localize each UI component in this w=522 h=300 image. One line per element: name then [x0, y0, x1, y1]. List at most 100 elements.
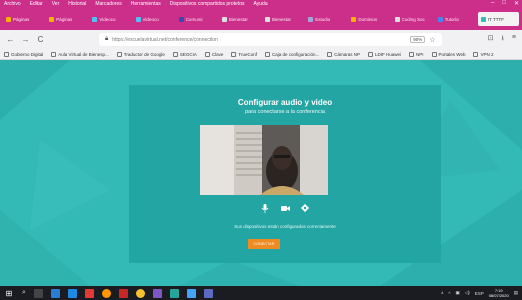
- chrome-icon[interactable]: [135, 288, 145, 298]
- windows-taskbar: ⊞ ⌕ ᴬ ^ ▣ ◁) ESP 7:19 08/07/2020 ▤: [0, 286, 522, 300]
- browser-tab[interactable]: Bienestar: [219, 12, 260, 26]
- tab-favicon-icon: [265, 16, 271, 22]
- tab-favicon-icon: [351, 16, 357, 22]
- windows-start-icon[interactable]: ⊞: [4, 289, 14, 298]
- search-icon[interactable]: ⌕: [22, 289, 26, 297]
- menu-icon[interactable]: ≡: [512, 34, 516, 45]
- task-view-icon[interactable]: [33, 288, 43, 298]
- app-teal-icon[interactable]: [169, 288, 179, 298]
- menu-item-herramientas[interactable]: Herramientas: [131, 1, 161, 7]
- bookmark-item[interactable]: Aula Virtual de Bienesp...: [51, 51, 109, 57]
- tab-label: Coding Soc: [401, 16, 425, 22]
- clock[interactable]: 7:19 08/07/2020: [489, 288, 509, 298]
- minimize-button[interactable]: –: [491, 0, 494, 7]
- tab-favicon-icon: [480, 16, 486, 22]
- address-bar[interactable]: 🔒︎ https://escuelavirtual.net/conference…: [99, 33, 442, 46]
- media-controls: [129, 203, 441, 213]
- browser-tab[interactable]: Videoco: [133, 12, 174, 26]
- menu-item-editar[interactable]: Editar: [30, 1, 43, 7]
- bookmark-label: NPI: [416, 51, 424, 57]
- lock-icon: 🔒︎: [105, 36, 109, 42]
- tab-label: Comunic: [185, 16, 204, 22]
- bookmark-item[interactable]: Traductor de Google: [116, 51, 165, 57]
- tab-favicon-icon: [135, 16, 141, 22]
- tray-expand-icon[interactable]: ^: [448, 291, 450, 296]
- tab-label: Bienestar: [272, 16, 292, 22]
- bookmark-label: Aula Virtual de Bienesp...: [58, 51, 109, 57]
- browser-tab[interactable]: IT TTTF: [477, 12, 520, 26]
- menu-item-marcadores[interactable]: Marcadores: [95, 1, 121, 7]
- settings-gear-icon[interactable]: [300, 203, 310, 213]
- browser-tab[interactable]: Dominios: [348, 12, 389, 26]
- bookmark-folder-icon: [204, 51, 210, 57]
- network-icon[interactable]: ▣: [455, 290, 459, 296]
- app-indigo-icon[interactable]: [203, 288, 213, 298]
- system-tray: ᴬ ^ ▣ ◁) ESP 7:19 08/07/2020 ▤: [441, 288, 518, 298]
- url-text[interactable]: https://escuelavirtual.net/conference/co…: [112, 37, 406, 43]
- browser-tab[interactable]: Estudio: [305, 12, 346, 26]
- browser-tab[interactable]: Coding Soc: [392, 12, 433, 26]
- page-content: Configurar audio y video para conectarse…: [0, 60, 522, 286]
- bookmark-folder-icon: [368, 51, 374, 57]
- camera-icon[interactable]: [280, 203, 290, 213]
- extensions-icon[interactable]: ⊡: [488, 34, 494, 45]
- tab-label: Estudio: [315, 16, 331, 22]
- bookmark-folder-icon: [231, 51, 237, 57]
- bookmark-item[interactable]: NPI: [409, 51, 424, 57]
- tab-label: Videoco: [99, 16, 116, 22]
- app-blue-icon[interactable]: [186, 288, 196, 298]
- tab-label: Tutoría: [444, 16, 459, 22]
- notifications-icon[interactable]: ▤: [514, 290, 518, 296]
- browser-tab[interactable]: Páginas: [46, 12, 87, 26]
- tab-favicon-icon: [49, 16, 55, 22]
- bookmark-item[interactable]: Clave: [204, 51, 223, 57]
- language-indicator[interactable]: ESP: [475, 291, 484, 296]
- back-button[interactable]: ←: [6, 35, 15, 44]
- bookmark-item[interactable]: Caja de configuración...: [264, 51, 319, 57]
- browser-tab[interactable]: Bienestar: [262, 12, 303, 26]
- menu-item-ver[interactable]: Ver: [52, 1, 60, 7]
- firefox-icon[interactable]: [101, 288, 111, 298]
- app-red-icon[interactable]: [118, 288, 128, 298]
- forward-button[interactable]: →: [21, 35, 30, 44]
- zoom-badge[interactable]: 90%: [410, 36, 426, 43]
- file-explorer-icon[interactable]: [50, 288, 60, 298]
- volume-icon[interactable]: ◁): [465, 290, 470, 296]
- bookmark-folder-icon: [473, 51, 479, 57]
- browser-tab[interactable]: Páginas: [3, 12, 44, 26]
- bookmark-label: VPN 2: [480, 51, 494, 57]
- bookmark-item[interactable]: VPN 2: [473, 51, 494, 57]
- downloads-icon[interactable]: ⭳: [501, 34, 503, 45]
- browser-tab[interactable]: Tutoría: [435, 12, 476, 26]
- reload-button[interactable]: C: [36, 35, 45, 44]
- bookmark-label: SEGCIA: [179, 51, 197, 57]
- bookmark-item[interactable]: Portales Web: [431, 51, 465, 57]
- browser-tab[interactable]: Videoco: [89, 12, 130, 26]
- bookmark-star-icon[interactable]: ☆: [429, 36, 435, 44]
- opera-icon[interactable]: [84, 288, 94, 298]
- connect-button[interactable]: CONECTAR: [248, 239, 280, 249]
- bookmark-folder-icon: [116, 51, 122, 57]
- camera-preview: [200, 125, 328, 195]
- bookmark-folder-icon: [264, 51, 270, 57]
- bookmark-item[interactable]: SEGCIA: [172, 51, 197, 57]
- close-window-button[interactable]: ✕: [514, 0, 519, 7]
- menu-item-dispositivos[interactable]: Dispositivos compartidos protetos: [170, 1, 245, 7]
- bookmark-item[interactable]: LDIF Huawei: [368, 51, 401, 57]
- menu-item-historial[interactable]: Historial: [68, 1, 86, 7]
- bookmark-item[interactable]: TrueConf: [231, 51, 257, 57]
- maximize-button[interactable]: □: [502, 0, 506, 7]
- menu-item-archivo[interactable]: Archivo: [4, 1, 21, 7]
- word-icon[interactable]: [67, 288, 77, 298]
- tab-favicon-icon: [92, 16, 98, 22]
- tab-label: Bienestar: [228, 16, 248, 22]
- bookmark-item[interactable]: Gobierno Digital: [4, 51, 43, 57]
- setup-subtitle: para conectarse a la conferencia: [245, 109, 325, 115]
- menu-item-ayuda[interactable]: Ayuda: [254, 1, 268, 7]
- bookmark-folder-icon: [431, 51, 437, 57]
- browser-tab[interactable]: Comunic: [176, 12, 217, 26]
- tray-people-icon[interactable]: ᴬ: [441, 291, 443, 296]
- app-purple-icon[interactable]: [152, 288, 162, 298]
- microphone-icon[interactable]: [260, 203, 270, 213]
- bookmark-item[interactable]: Cámaras NP: [327, 51, 360, 57]
